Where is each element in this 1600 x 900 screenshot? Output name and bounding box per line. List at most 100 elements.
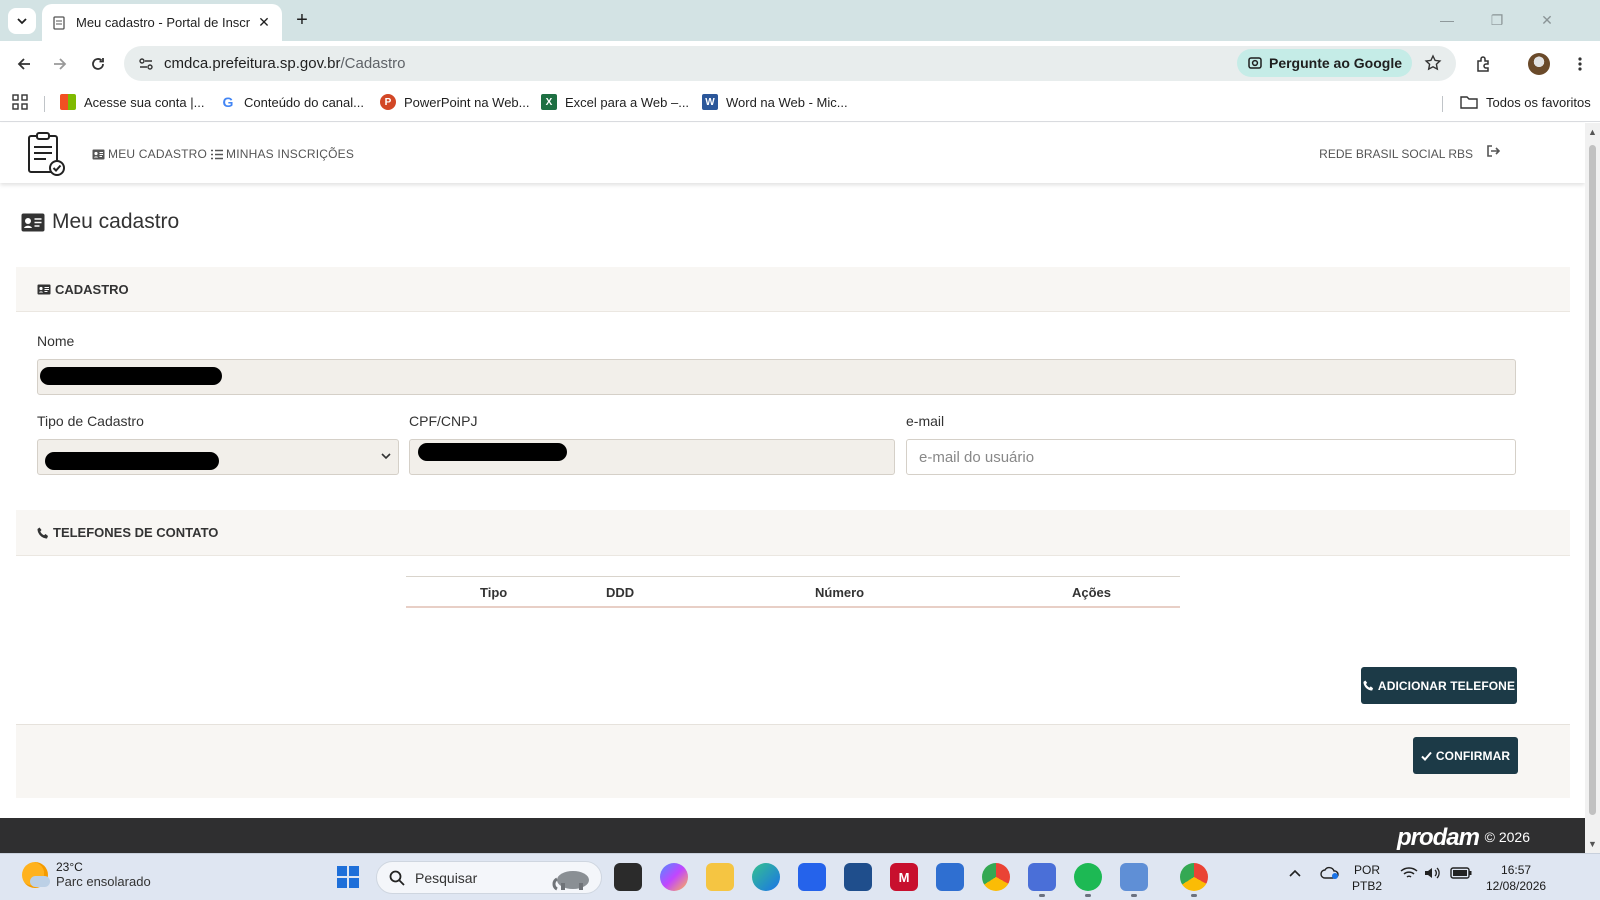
bookmark-label: Acesse sua conta |... (84, 94, 205, 110)
mail-app-icon[interactable] (936, 863, 964, 891)
scroll-up-arrow-icon[interactable]: ▲ (1588, 127, 1597, 137)
site-footer: prodam © 2026 (0, 818, 1585, 853)
id-card-icon (37, 284, 51, 294)
chrome-icon[interactable] (982, 863, 1010, 891)
input-language-indicator[interactable]: POR PTB2 (1352, 862, 1382, 894)
page-title: Meu cadastro (21, 210, 179, 234)
phone-icon (37, 527, 48, 538)
minimize-button[interactable]: — (1424, 6, 1470, 34)
chrome-profile-icon[interactable] (1180, 863, 1208, 891)
reload-button[interactable] (84, 50, 112, 78)
forward-button[interactable] (46, 50, 74, 78)
close-tab-icon[interactable]: ✕ (256, 14, 272, 31)
microsoft-store-icon[interactable] (798, 863, 826, 891)
weather-temp: 23°C (56, 860, 83, 874)
calendar-app-icon[interactable] (1028, 863, 1056, 891)
bookmarks-bar: Acesse sua conta |... G Conteúdo do cana… (0, 86, 1600, 122)
word-icon: W (702, 94, 718, 110)
weather-desc: Parc ensolarado (56, 874, 151, 889)
partly-sunny-icon (22, 861, 50, 888)
confirm-button[interactable]: CONFIRMAR (1413, 737, 1518, 774)
onedrive-cloud-icon[interactable] (1320, 866, 1340, 884)
wifi-icon[interactable] (1400, 866, 1418, 884)
phone-table: Tipo DDD Número Ações (406, 576, 1180, 608)
cpf-cnpj-label: CPF/CNPJ (409, 413, 478, 429)
restore-button[interactable]: ❐ (1474, 6, 1520, 34)
table-header-acoes: Ações (1072, 585, 1112, 600)
bookmark-item[interactable]: Acesse sua conta |... (60, 94, 204, 110)
table-header-numero: Número (815, 585, 865, 600)
apps-grid-icon[interactable] (12, 94, 28, 110)
battery-icon[interactable] (1450, 867, 1472, 883)
powerpoint-icon: P (380, 94, 396, 110)
tipo-cadastro-label: Tipo de Cadastro (37, 413, 144, 429)
bookmark-item[interactable]: W Word na Web - Mic... (702, 94, 848, 110)
weather-widget[interactable]: 23°C Parc ensolarado (22, 860, 151, 889)
email-placeholder: e-mail do usuário (919, 448, 1035, 466)
url-text: cmdca.prefeitura.sp.gov.br/Cadastro (164, 55, 406, 72)
ask-google-button[interactable]: Pergunte ao Google (1236, 49, 1412, 77)
running-indicator (1085, 894, 1091, 897)
windows-taskbar: 23°C Parc ensolarado Pesquisar M POR PTB… (0, 853, 1600, 900)
scroll-down-arrow-icon[interactable]: ▼ (1588, 839, 1597, 849)
nav-minhas-inscricoes[interactable]: MINHAS INSCRIÇÕES (211, 147, 354, 161)
page-title-text: Meu cadastro (52, 210, 180, 233)
sign-out-icon[interactable] (1487, 145, 1501, 160)
new-tab-button[interactable]: + (290, 9, 314, 33)
show-hidden-icons-chevron-icon[interactable] (1288, 866, 1302, 882)
cpf-cnpj-input[interactable] (409, 439, 895, 475)
folder-icon (1460, 96, 1478, 109)
add-phone-button[interactable]: ADICIONAR TELEFONE (1361, 667, 1517, 704)
edge-browser-icon[interactable] (752, 863, 780, 891)
url-host: cmdca.prefeitura.sp.gov.br (164, 55, 341, 72)
page-scrollbar[interactable]: ▲ ▼ (1585, 123, 1600, 853)
file-explorer-icon[interactable] (706, 863, 734, 891)
confirm-label: CONFIRMAR (1435, 748, 1511, 763)
active-tab[interactable]: Meu cadastro - Portal de Inscrição ✕ (42, 4, 282, 41)
back-button[interactable] (10, 50, 38, 78)
windows-start-icon[interactable] (334, 863, 362, 891)
clipboard-check-icon[interactable] (26, 131, 66, 177)
copyright-text: © 2026 (1484, 829, 1530, 845)
close-window-button[interactable]: ✕ (1524, 6, 1570, 34)
all-bookmarks-button[interactable]: Todos os favoritos (1460, 94, 1591, 110)
tab-search-button[interactable] (8, 8, 36, 34)
app-cube-icon[interactable] (844, 863, 872, 891)
extensions-icon[interactable] (1470, 50, 1498, 78)
spotify-icon[interactable] (1074, 863, 1102, 891)
site-settings-icon[interactable] (136, 54, 156, 74)
copilot-icon[interactable] (660, 863, 688, 891)
taskbar-search[interactable]: Pesquisar (376, 861, 602, 894)
chevron-down-icon (17, 18, 27, 25)
nav-link-label: MEU CADASTRO (108, 147, 208, 161)
bookmark-item[interactable]: X Excel para a Web –... (541, 94, 689, 110)
bookmark-item[interactable]: G Conteúdo do canal... (220, 94, 364, 110)
tipo-cadastro-select[interactable] (37, 439, 399, 475)
email-label: e-mail (906, 413, 945, 429)
add-phone-label: ADICIONAR TELEFONE (1377, 678, 1516, 693)
profile-avatar[interactable] (1525, 50, 1553, 78)
email-input[interactable]: e-mail do usuário (906, 439, 1516, 475)
arrow-right-icon (54, 58, 67, 70)
redacted-value (40, 367, 222, 385)
lang-line2: PTB2 (1352, 879, 1383, 893)
card-footer: CONFIRMAR (16, 724, 1570, 798)
excel-icon: X (541, 94, 557, 110)
clock[interactable]: 16:57 12/08/2026 (1486, 862, 1546, 894)
photos-app-icon[interactable] (1120, 863, 1148, 891)
browser-menu-icon[interactable] (1566, 50, 1594, 78)
nome-input[interactable] (37, 359, 1516, 395)
volume-icon[interactable] (1424, 866, 1442, 884)
scrollbar-thumb[interactable] (1589, 145, 1596, 815)
organization-name-link[interactable]: REDE BRASIL SOCIAL RBS (1319, 147, 1473, 161)
bookmark-star-icon[interactable] (1422, 52, 1444, 74)
search-icon (389, 870, 405, 886)
lang-line1: POR (1354, 863, 1381, 877)
nav-meu-cadastro[interactable]: MEU CADASTRO (92, 147, 207, 161)
bookmark-item[interactable]: P PowerPoint na Web... (380, 94, 530, 110)
mcafee-icon[interactable]: M (890, 863, 918, 891)
address-bar[interactable]: cmdca.prefeitura.sp.gov.br/Cadastro Perg… (124, 46, 1456, 81)
bookmark-label: Conteúdo do canal... (244, 94, 364, 110)
task-view-icon[interactable] (614, 863, 642, 891)
redacted-value (418, 443, 567, 461)
